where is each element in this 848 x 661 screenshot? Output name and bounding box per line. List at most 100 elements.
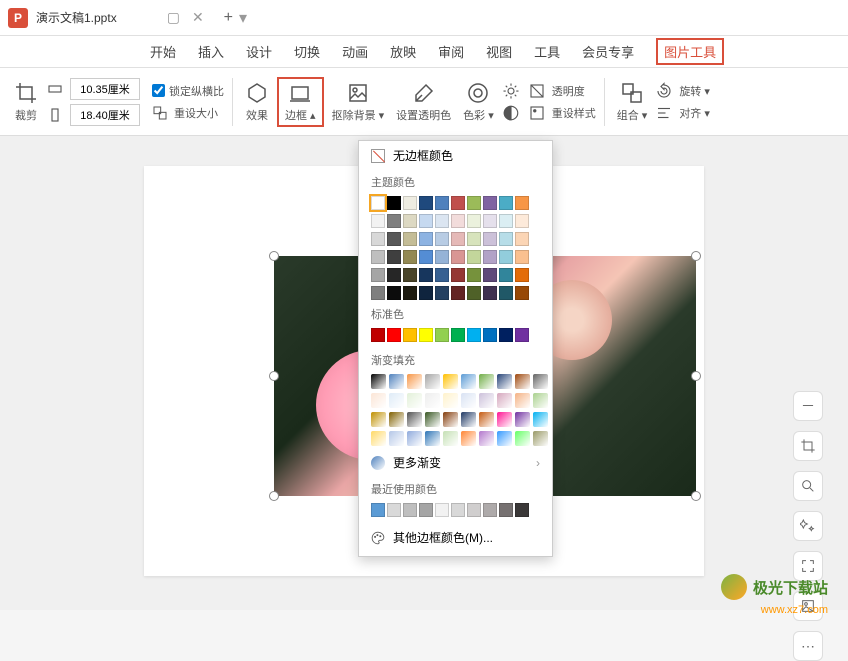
group-button[interactable]: 组合 ▾ [613, 81, 652, 123]
color-swatch[interactable] [483, 268, 497, 282]
gradient-swatch[interactable] [389, 374, 404, 389]
gradient-swatch[interactable] [443, 431, 458, 446]
gradient-swatch[interactable] [515, 374, 530, 389]
menu-tools[interactable]: 工具 [534, 38, 560, 65]
color-swatch[interactable] [435, 214, 449, 228]
color-swatch[interactable] [419, 250, 433, 264]
resize-handle-mr[interactable] [691, 371, 701, 381]
color-swatch[interactable] [467, 214, 481, 228]
color-swatch[interactable] [403, 196, 417, 210]
effects-button[interactable]: 效果 [241, 81, 273, 123]
resize-handle-br[interactable] [691, 491, 701, 501]
color-swatch[interactable] [403, 268, 417, 282]
color-swatch[interactable] [387, 232, 401, 246]
color-swatch[interactable] [499, 328, 513, 342]
menu-design[interactable]: 设计 [246, 38, 272, 65]
color-swatch[interactable] [467, 328, 481, 342]
color-swatch[interactable] [371, 232, 385, 246]
tab-menu-icon[interactable]: ▾ [239, 8, 247, 28]
color-swatch[interactable] [483, 232, 497, 246]
color-swatch[interactable] [483, 503, 497, 517]
color-swatch[interactable] [451, 250, 465, 264]
color-swatch[interactable] [451, 286, 465, 300]
color-swatch[interactable] [515, 286, 529, 300]
color-swatch[interactable] [371, 214, 385, 228]
gradient-swatch[interactable] [479, 374, 494, 389]
gradient-swatch[interactable] [425, 412, 440, 427]
color-swatch[interactable] [387, 503, 401, 517]
color-swatch[interactable] [371, 250, 385, 264]
color-swatch[interactable] [387, 328, 401, 342]
gradient-swatch[interactable] [407, 431, 422, 446]
menu-picture-tools[interactable]: 图片工具 [656, 38, 724, 65]
transparency-button[interactable]: 透明度 [528, 82, 596, 100]
gradient-swatch[interactable] [407, 374, 422, 389]
color-swatch[interactable] [435, 268, 449, 282]
color-swatch[interactable] [403, 286, 417, 300]
gradient-swatch[interactable] [497, 393, 512, 408]
float-crop[interactable] [793, 431, 823, 461]
color-swatch[interactable] [451, 328, 465, 342]
resize-handle-bl[interactable] [269, 491, 279, 501]
color-swatch[interactable] [451, 268, 465, 282]
color-swatch[interactable] [499, 286, 513, 300]
menu-member[interactable]: 会员专享 [582, 38, 634, 65]
color-swatch[interactable] [515, 328, 529, 342]
color-swatch[interactable] [419, 214, 433, 228]
gradient-swatch[interactable] [461, 431, 476, 446]
color-swatch[interactable] [387, 268, 401, 282]
color-swatch[interactable] [371, 328, 385, 342]
color-swatch[interactable] [483, 214, 497, 228]
reset-style-button[interactable]: 重设样式 [528, 104, 596, 122]
gradient-swatch[interactable] [443, 393, 458, 408]
color-swatch[interactable] [483, 286, 497, 300]
contrast-button[interactable] [502, 104, 520, 122]
color-swatch[interactable] [451, 196, 465, 210]
color-swatch[interactable] [371, 286, 385, 300]
menu-review[interactable]: 审阅 [438, 38, 464, 65]
color-swatch[interactable] [515, 232, 529, 246]
gradient-swatch[interactable] [533, 393, 548, 408]
gradient-swatch[interactable] [479, 412, 494, 427]
color-swatch[interactable] [419, 328, 433, 342]
color-swatch[interactable] [419, 268, 433, 282]
color-swatch[interactable] [467, 250, 481, 264]
window-icon[interactable]: ▢ [167, 9, 180, 26]
color-button[interactable]: 色彩 ▾ [459, 81, 498, 123]
gradient-swatch[interactable] [425, 431, 440, 446]
color-swatch[interactable] [387, 214, 401, 228]
color-swatch[interactable] [483, 250, 497, 264]
gradient-swatch[interactable] [533, 374, 548, 389]
gradient-swatch[interactable] [461, 374, 476, 389]
gradient-swatch[interactable] [371, 374, 386, 389]
menu-view[interactable]: 视图 [486, 38, 512, 65]
height-input[interactable] [70, 104, 140, 126]
color-swatch[interactable] [419, 232, 433, 246]
color-swatch[interactable] [435, 328, 449, 342]
gradient-swatch[interactable] [407, 412, 422, 427]
other-colors-option[interactable]: 其他边框颜色(M)... [359, 523, 552, 552]
color-swatch[interactable] [435, 286, 449, 300]
resize-handle-tl[interactable] [269, 251, 279, 261]
color-swatch[interactable] [435, 196, 449, 210]
remove-bg-button[interactable]: 抠除背景 ▾ [328, 81, 389, 123]
no-border-option[interactable]: 无边框颜色 [359, 141, 552, 170]
gradient-swatch[interactable] [425, 393, 440, 408]
color-swatch[interactable] [515, 196, 529, 210]
float-minus[interactable]: － [793, 391, 823, 421]
color-swatch[interactable] [499, 503, 513, 517]
add-tab-button[interactable]: + [224, 9, 233, 27]
color-swatch[interactable] [467, 503, 481, 517]
gradient-swatch[interactable] [389, 412, 404, 427]
more-gradient-option[interactable]: 更多渐变 › [359, 448, 552, 477]
color-swatch[interactable] [403, 250, 417, 264]
color-swatch[interactable] [499, 250, 513, 264]
width-input[interactable] [70, 78, 140, 100]
color-swatch[interactable] [403, 503, 417, 517]
gradient-swatch[interactable] [479, 393, 494, 408]
color-swatch[interactable] [515, 250, 529, 264]
reset-size-button[interactable]: 重设大小 [152, 105, 224, 121]
gradient-swatch[interactable] [443, 374, 458, 389]
color-swatch[interactable] [483, 328, 497, 342]
color-swatch[interactable] [435, 250, 449, 264]
